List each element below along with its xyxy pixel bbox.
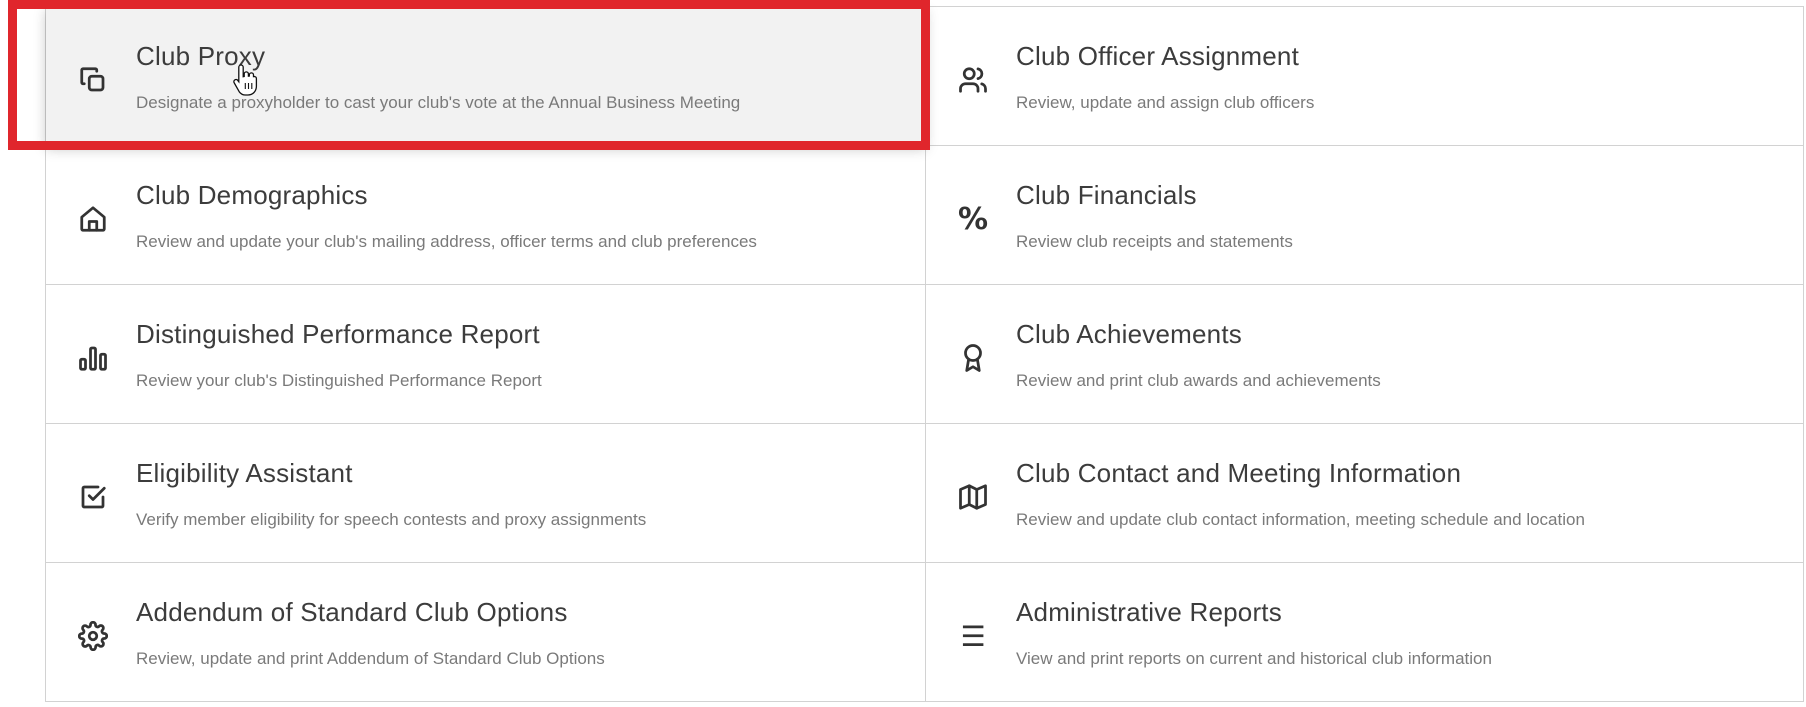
tile-title: Club Demographics xyxy=(136,180,368,210)
checkbox-icon xyxy=(76,480,110,514)
tile-description: Review and update your club's mailing ad… xyxy=(136,232,757,251)
tile-club-achievements[interactable]: Club Achievements Review and print club … xyxy=(926,285,1804,424)
tile-title: Addendum of Standard Club Options xyxy=(136,597,568,627)
award-icon xyxy=(956,341,990,375)
copy-icon xyxy=(76,63,110,97)
club-tools-grid: Club Proxy Designate a proxyholder to ca… xyxy=(45,6,1804,702)
tile-title: Club Contact and Meeting Information xyxy=(1016,458,1462,488)
tile-title: Club Officer Assignment xyxy=(1016,41,1300,71)
tile-club-financials[interactable]: % Club Financials Review club receipts a… xyxy=(926,146,1804,285)
tile-title: Club Achievements xyxy=(1016,319,1242,349)
tile-club-officer-assignment[interactable]: Club Officer Assignment Review, update a… xyxy=(926,7,1804,146)
tile-description: View and print reports on current and hi… xyxy=(1016,649,1492,668)
home-icon xyxy=(76,202,110,236)
tile-club-proxy[interactable]: Club Proxy Designate a proxyholder to ca… xyxy=(46,7,926,146)
tile-description: Review club receipts and statements xyxy=(1016,232,1293,251)
tile-administrative-reports[interactable]: ☰ Administrative Reports View and print … xyxy=(926,563,1804,702)
tile-addendum-standard-club-options[interactable]: Addendum of Standard Club Options Review… xyxy=(46,563,926,702)
tile-distinguished-performance-report[interactable]: Distinguished Performance Report Review … xyxy=(46,285,926,424)
users-icon xyxy=(956,63,990,97)
tile-description: Verify member eligibility for speech con… xyxy=(136,510,647,529)
tile-title: Administrative Reports xyxy=(1016,597,1282,627)
gear-icon xyxy=(76,619,110,653)
bar-chart-icon xyxy=(76,341,110,375)
tile-description: Review your club's Distinguished Perform… xyxy=(136,371,542,390)
percent-icon: % xyxy=(957,201,989,237)
club-central-dashboard: Club Proxy Designate a proxyholder to ca… xyxy=(0,0,1806,707)
tile-description: Review and print club awards and achieve… xyxy=(1016,371,1381,390)
tile-title: Club Financials xyxy=(1016,180,1197,210)
tile-club-demographics[interactable]: Club Demographics Review and update your… xyxy=(46,146,926,285)
tile-title: Distinguished Performance Report xyxy=(136,319,540,349)
menu-icon: ☰ xyxy=(960,619,986,653)
map-icon xyxy=(956,480,990,514)
tile-description: Review, update and print Addendum of Sta… xyxy=(136,649,605,668)
tile-description: Review, update and assign club officers xyxy=(1016,93,1315,112)
tile-description: Designate a proxyholder to cast your clu… xyxy=(136,93,741,112)
tile-eligibility-assistant[interactable]: Eligibility Assistant Verify member elig… xyxy=(46,424,926,563)
tile-title: Club Proxy xyxy=(136,41,266,71)
tile-description: Review and update club contact informati… xyxy=(1016,510,1585,529)
tile-title: Eligibility Assistant xyxy=(136,458,353,488)
tile-club-contact-meeting-info[interactable]: Club Contact and Meeting Information Rev… xyxy=(926,424,1804,563)
